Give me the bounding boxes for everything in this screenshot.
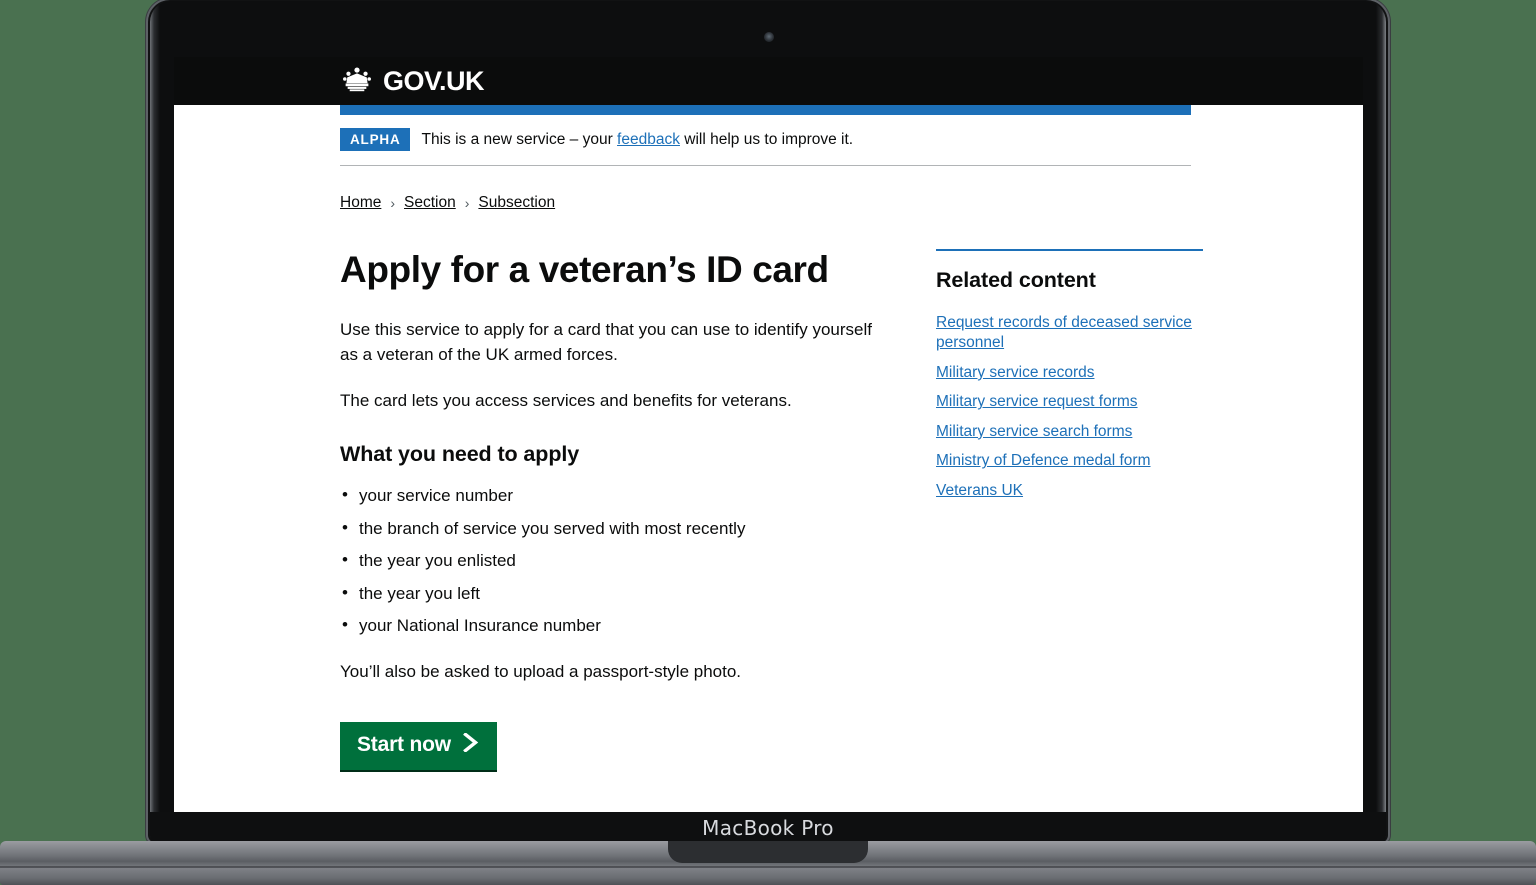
breadcrumb-item-home[interactable]: Home — [340, 194, 381, 212]
related-link-mod-medal-form[interactable]: Ministry of Defence medal form — [936, 451, 1151, 471]
laptop-base-notch — [668, 841, 868, 863]
main-column: Apply for a veteran’s ID card Use this s… — [340, 249, 880, 812]
list-item: the year you enlisted — [340, 548, 880, 572]
crown-icon — [340, 66, 374, 97]
list-item: Military service search forms — [936, 422, 1203, 442]
sidebar-top-rule — [936, 249, 1203, 251]
page-title: Apply for a veteran’s ID card — [340, 249, 829, 290]
chevron-right-icon: › — [464, 195, 470, 211]
camera-dot-icon — [764, 32, 774, 42]
related-link-military-service-request-forms[interactable]: Military service request forms — [936, 392, 1138, 412]
chevron-right-icon — [462, 732, 480, 758]
list-item: Ministry of Defence medal form — [936, 451, 1203, 471]
phase-text-after: will help us to improve it. — [679, 130, 854, 148]
feedback-link[interactable]: feedback — [617, 131, 680, 148]
list-item: Veterans UK — [936, 481, 1203, 501]
laptop-mockup: GOV.UK ALPHA This is a new service – you… — [0, 0, 1536, 885]
blue-accent-bar — [340, 105, 1191, 115]
related-link-military-service-records[interactable]: Military service records — [936, 363, 1094, 383]
chevron-right-icon: › — [390, 195, 396, 211]
list-item: the branch of service you served with mo… — [340, 516, 880, 540]
requirements-list: your service number the branch of servic… — [340, 483, 880, 637]
laptop-chin: MacBook Pro — [150, 812, 1386, 843]
main-grid: Apply for a veteran’s ID card Use this s… — [340, 212, 1203, 812]
list-item: Request records of deceased service pers… — [936, 313, 1203, 354]
laptop-screen: GOV.UK ALPHA This is a new service – you… — [174, 57, 1363, 812]
alpha-tag: ALPHA — [340, 128, 410, 151]
list-item: the year you left — [340, 581, 880, 605]
phase-banner-text: This is a new service – your feedback wi… — [422, 131, 854, 149]
breadcrumb-item-section[interactable]: Section — [404, 194, 456, 212]
related-link-military-service-search-forms[interactable]: Military service search forms — [936, 422, 1132, 442]
second-paragraph: The card lets you access services and be… — [340, 391, 792, 411]
related-links-list: Request records of deceased service pers… — [936, 313, 1203, 501]
govuk-logotype[interactable]: GOV.UK — [383, 66, 485, 97]
list-item: your service number — [340, 483, 880, 507]
list-item: your National Insurance number — [340, 613, 880, 637]
related-content-sidebar: Related content Request records of decea… — [936, 249, 1203, 812]
breadcrumb-item-subsection[interactable]: Subsection — [478, 194, 555, 212]
phase-banner: ALPHA This is a new service – your feedb… — [340, 115, 1191, 166]
related-link-veterans-uk[interactable]: Veterans UK — [936, 481, 1023, 501]
laptop-base-seam — [0, 866, 1536, 868]
page-content-container: ALPHA This is a new service – your feedb… — [340, 105, 1203, 812]
breadcrumb: Home › Section › Subsection — [340, 166, 1191, 212]
govuk-header: GOV.UK — [174, 57, 1363, 105]
list-item: Military service records — [936, 363, 1203, 383]
device-label: MacBook Pro — [702, 815, 834, 840]
phase-text-before: This is a new service – your — [421, 130, 618, 148]
related-link-deceased-service-personnel[interactable]: Request records of deceased service pers… — [936, 313, 1203, 354]
intro-paragraph: Use this service to apply for a card tha… — [340, 320, 872, 364]
requirements-heading: What you need to apply — [340, 442, 580, 467]
photo-note: You’ll also be asked to upload a passpor… — [340, 661, 742, 681]
related-content-title: Related content — [936, 268, 1096, 292]
start-now-button[interactable]: Start now — [340, 721, 497, 770]
start-now-label: Start now — [357, 732, 451, 756]
list-item: Military service request forms — [936, 392, 1203, 412]
